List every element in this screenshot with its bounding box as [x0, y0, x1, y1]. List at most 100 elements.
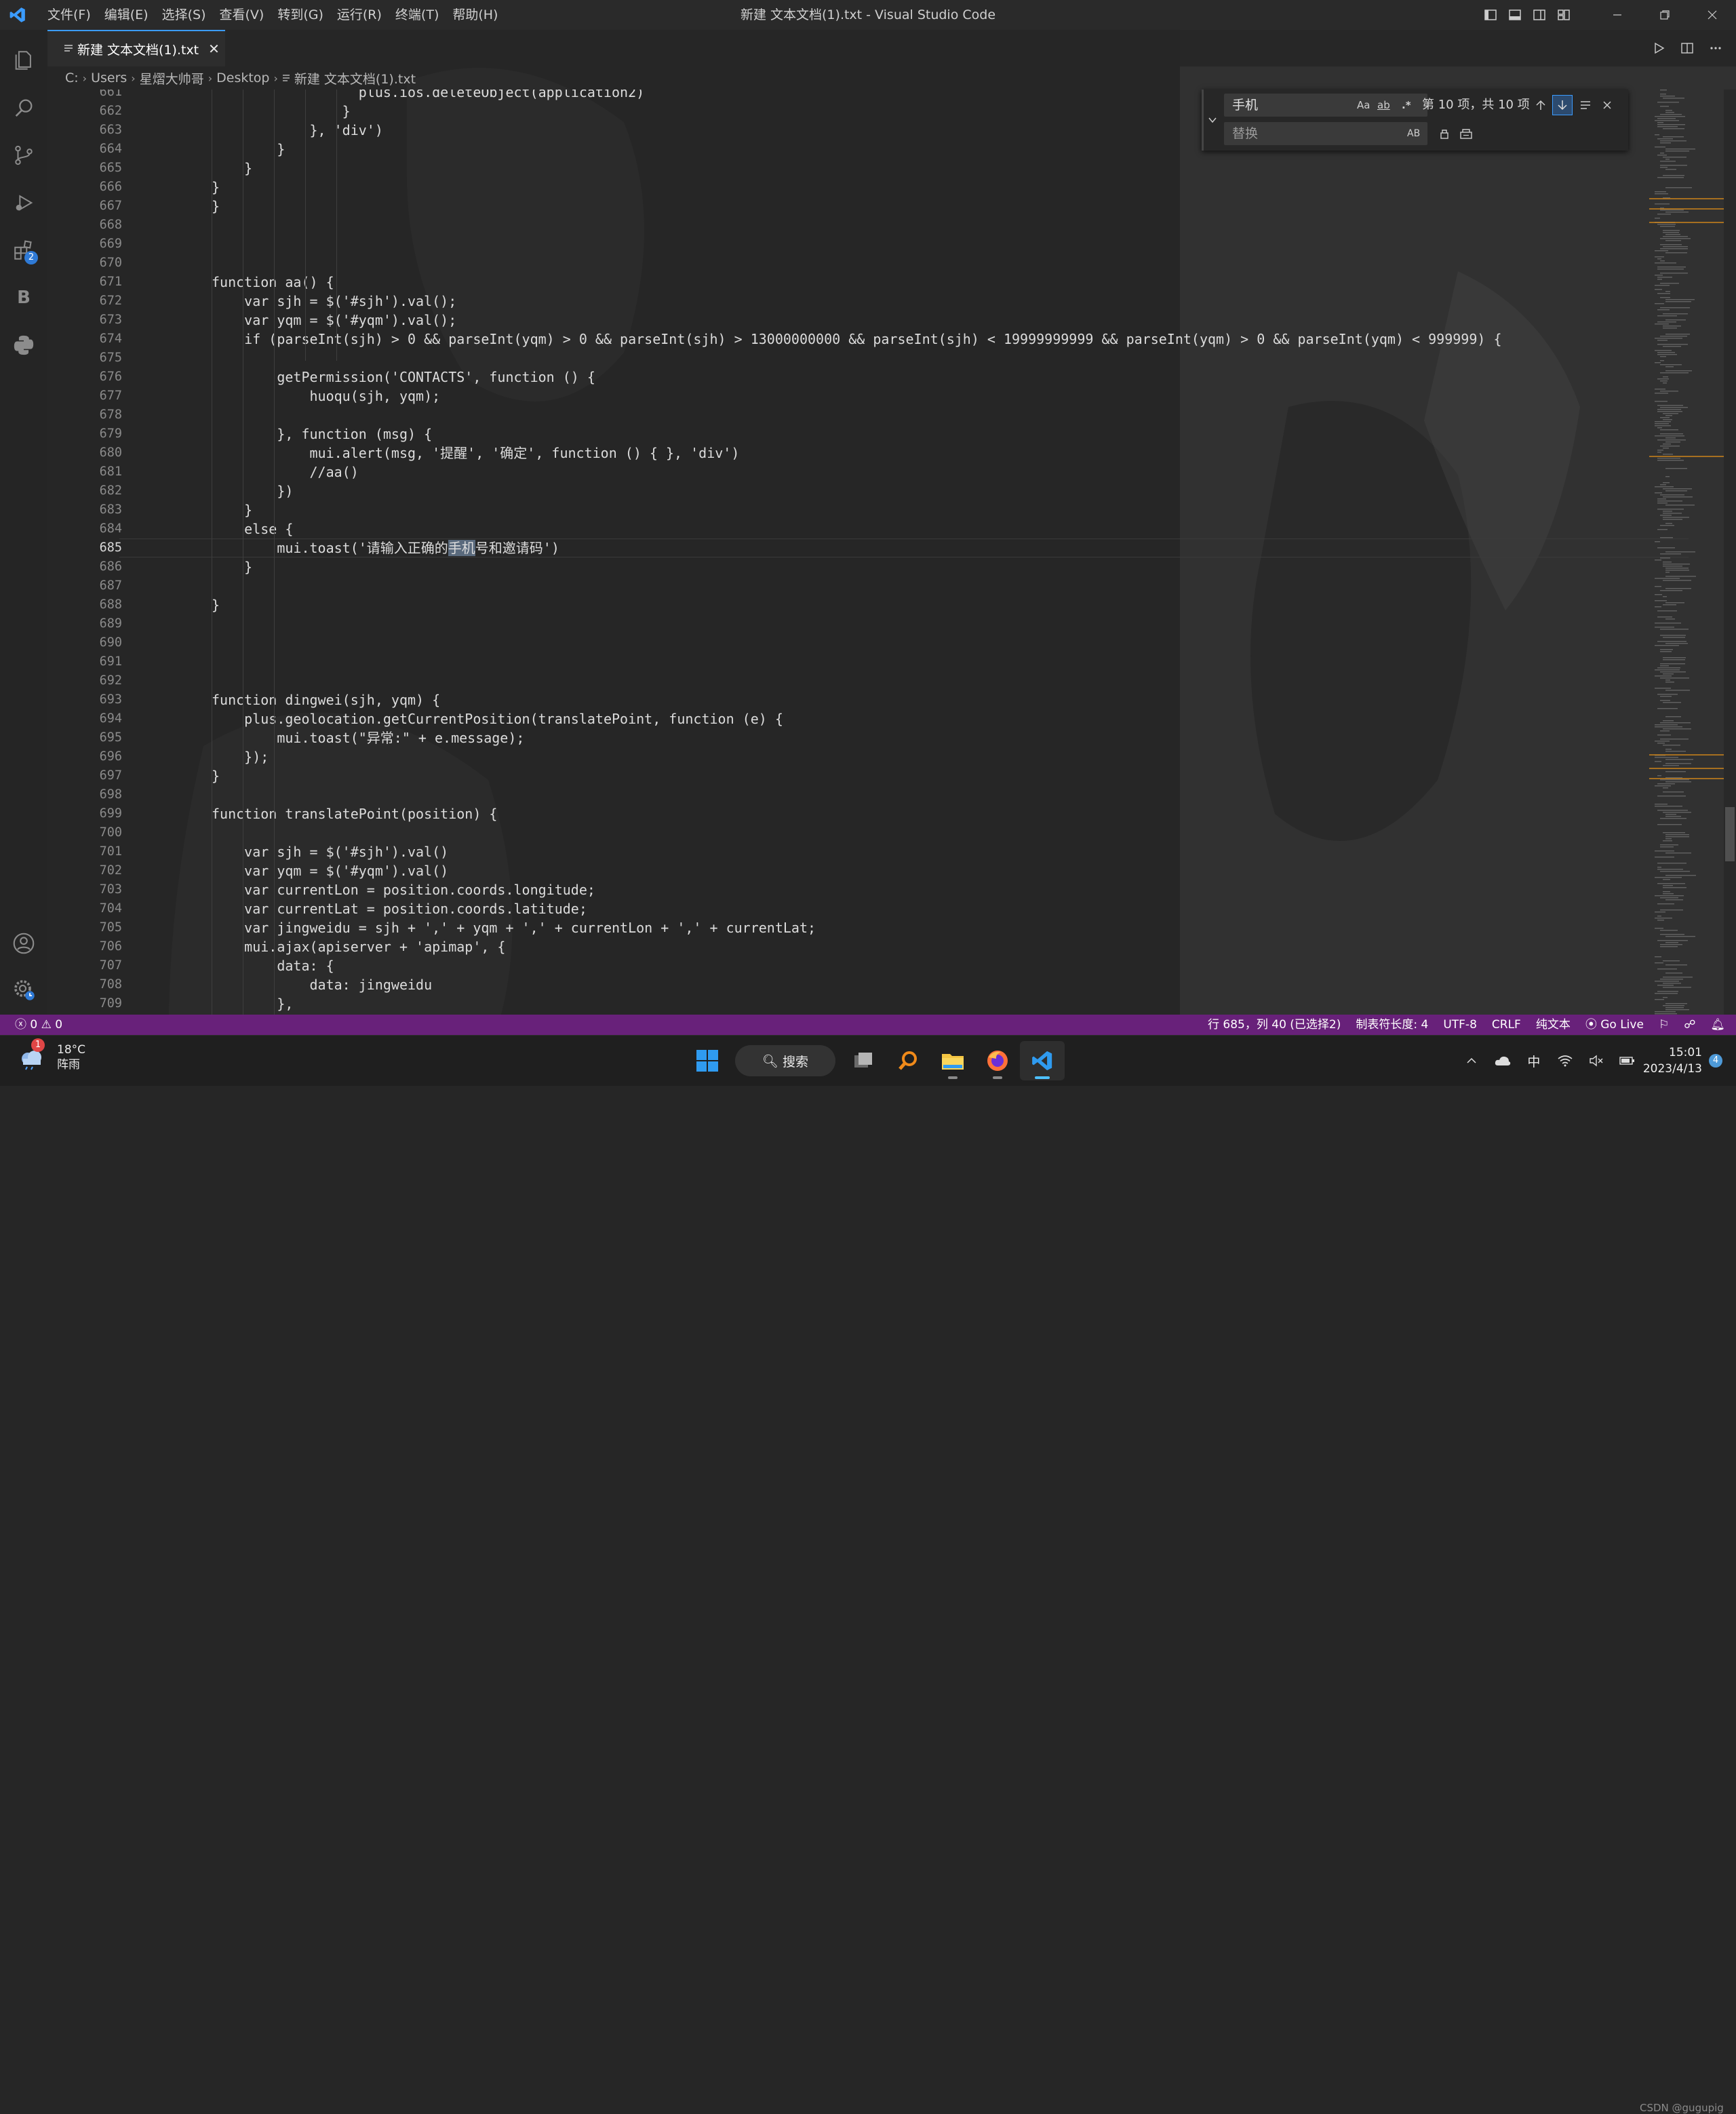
everything-search-icon[interactable] [886, 1041, 930, 1080]
code-line[interactable]: 685 mui.toast('请输入正确的手机号和邀请码') [47, 539, 1689, 557]
toggle-replace-chevron-icon[interactable] [1206, 110, 1219, 130]
code-line[interactable]: 668 [47, 216, 1675, 235]
customize-layout-icon[interactable] [1552, 0, 1576, 30]
menu-terminal[interactable]: 终端(T) [389, 0, 446, 30]
account-icon[interactable] [0, 920, 47, 967]
code-line[interactable]: 696 }); [47, 747, 1675, 766]
minimap[interactable] [1649, 90, 1724, 1015]
code-line[interactable]: 665 } [47, 159, 1675, 178]
go-live-button[interactable]: ⦿ Go Live [1578, 1015, 1651, 1035]
firefox-icon[interactable] [975, 1041, 1020, 1080]
match-case-toggle[interactable]: Aa [1357, 94, 1370, 117]
wifi-icon[interactable] [1550, 1036, 1581, 1086]
code-line[interactable]: 703 var currentLon = position.coords.lon… [47, 880, 1675, 899]
ime-indicator[interactable]: 中 [1518, 1036, 1550, 1086]
explorer-icon[interactable] [0, 37, 47, 84]
run-debug-icon[interactable] [0, 179, 47, 227]
copilot-icon[interactable]: ⚐ [1651, 1015, 1676, 1035]
code-line[interactable]: 680 mui.alert(msg, '提醒', '确定', function … [47, 444, 1675, 463]
restore-icon[interactable] [1641, 0, 1689, 30]
b-extension-icon[interactable]: B [0, 274, 47, 321]
battery-icon[interactable] [1612, 1036, 1643, 1086]
feedback-icon[interactable]: ☍ [1676, 1015, 1703, 1035]
toggle-panel-icon[interactable] [1503, 0, 1527, 30]
run-icon[interactable] [1646, 30, 1671, 66]
code-line[interactable]: 673 var yqm = $('#yqm').val(); [47, 311, 1675, 330]
code-line[interactable]: 701 var sjh = $('#sjh').val() [47, 842, 1675, 861]
code-line[interactable]: 675 [47, 349, 1675, 368]
code-line[interactable]: 666} [47, 178, 1675, 197]
code-line[interactable]: 693 function dingwei(sjh, yqm) { [47, 690, 1675, 709]
tab-close-icon[interactable]: ✕ [208, 41, 220, 57]
manage-gear-icon[interactable] [0, 966, 47, 1013]
code-line[interactable]: 702 var yqm = $('#yqm').val() [47, 861, 1675, 880]
code-line[interactable]: 691 [47, 652, 1675, 671]
code-line[interactable]: 708 data: jingweidu [47, 975, 1675, 994]
replace-input[interactable]: 替换 AB [1224, 122, 1427, 145]
notifications-bell-icon[interactable]: 🔔︎ [1703, 1015, 1736, 1035]
vertical-scrollbar[interactable] [1724, 90, 1736, 1015]
code-line[interactable]: 670 [47, 254, 1675, 273]
task-view-icon[interactable] [841, 1041, 886, 1080]
encoding[interactable]: UTF-8 [1436, 1015, 1484, 1035]
previous-match-icon[interactable] [1531, 95, 1551, 115]
editor-tab[interactable]: 新建 文本文档(1).txt ✕ [47, 30, 225, 66]
code-line[interactable]: 698 [47, 785, 1675, 804]
breadcrumb-file[interactable]: 新建 文本文档(1).txt [294, 69, 416, 87]
code-line[interactable]: 674 if (parseInt(sjh) > 0 && parseInt(yq… [47, 330, 1675, 349]
extensions-icon[interactable]: 2 [0, 227, 47, 274]
match-whole-word-toggle[interactable]: ab [1377, 94, 1390, 117]
more-actions-icon[interactable] [1703, 30, 1728, 66]
code-line[interactable]: 694 plus.geolocation.getCurrentPosition(… [47, 709, 1675, 728]
code-line[interactable]: 706 mui.ajax(apiserver + 'apimap', { [47, 937, 1675, 956]
breadcrumb-desktop[interactable]: Desktop [216, 71, 269, 85]
code-line[interactable]: 704 var currentLat = position.coords.lat… [47, 899, 1675, 918]
next-match-icon[interactable] [1552, 95, 1573, 115]
code-line[interactable]: 709 }, [47, 994, 1675, 1013]
breadcrumb-user[interactable]: 星熠大帅哥 [140, 69, 204, 87]
code-line[interactable]: 707 data: { [47, 956, 1675, 975]
code-line[interactable]: 697} [47, 766, 1675, 785]
code-line[interactable]: 686 } [47, 557, 1675, 576]
search-icon[interactable] [0, 84, 47, 132]
notification-count-badge[interactable]: 4 [1709, 1054, 1722, 1068]
python-icon[interactable] [0, 321, 47, 369]
menu-run[interactable]: 运行(R) [330, 0, 389, 30]
taskbar-clock[interactable]: 15:01 2023/4/13 [1643, 1044, 1709, 1077]
split-editor-icon[interactable] [1675, 30, 1699, 66]
file-explorer-icon[interactable] [930, 1041, 975, 1080]
code-line[interactable]: 682 }) [47, 482, 1675, 501]
code-line[interactable]: 695 mui.toast("异常:" + e.message); [47, 728, 1675, 747]
minimize-icon[interactable] [1594, 0, 1641, 30]
use-regex-toggle[interactable]: .* [1402, 94, 1411, 117]
chevron-up-icon[interactable] [1456, 1036, 1487, 1086]
taskbar-search[interactable]: 🔍︎ 搜索 [735, 1045, 835, 1076]
end-of-line[interactable]: CRLF [1484, 1015, 1528, 1035]
code-line[interactable]: 672 var sjh = $('#sjh').val(); [47, 292, 1675, 311]
onedrive-cloud-icon[interactable] [1487, 1036, 1518, 1086]
menu-help[interactable]: 帮助(H) [446, 0, 505, 30]
code-line[interactable]: 688} [47, 595, 1675, 614]
code-line[interactable]: 667} [47, 197, 1675, 216]
code-line[interactable]: 684 else { [47, 520, 1675, 539]
menu-file[interactable]: 文件(F) [41, 0, 98, 30]
find-in-selection-icon[interactable] [1575, 95, 1596, 115]
toggle-primary-sidebar-icon[interactable] [1478, 0, 1503, 30]
menu-selection[interactable]: 选择(S) [155, 0, 213, 30]
breadcrumb-users[interactable]: Users [91, 71, 127, 85]
scrollbar-thumb[interactable] [1725, 807, 1735, 861]
vscode-logo-icon[interactable] [0, 0, 35, 30]
code-line[interactable]: 679 }, function (msg) { [47, 425, 1675, 444]
preserve-case-toggle[interactable]: AB [1407, 122, 1420, 145]
code-line[interactable]: 671 function aa() { [47, 273, 1675, 292]
code-line[interactable]: 669 [47, 235, 1675, 254]
tab-size[interactable]: 制表符长度: 4 [1348, 1015, 1436, 1035]
code-line[interactable]: 677 huoqu(sjh, yqm); [47, 387, 1675, 406]
code-line[interactable]: 683 } [47, 501, 1675, 520]
language-mode[interactable]: 纯文本 [1528, 1015, 1578, 1035]
replace-all-icon[interactable] [1456, 123, 1476, 144]
code-line[interactable]: 689 [47, 614, 1675, 633]
code-line[interactable]: 699 function translatePoint(position) { [47, 804, 1675, 823]
code-editor[interactable]: 661 plus.ios.deleteObject(application2) 6… [47, 90, 1689, 1015]
code-line[interactable]: 690 [47, 633, 1675, 652]
